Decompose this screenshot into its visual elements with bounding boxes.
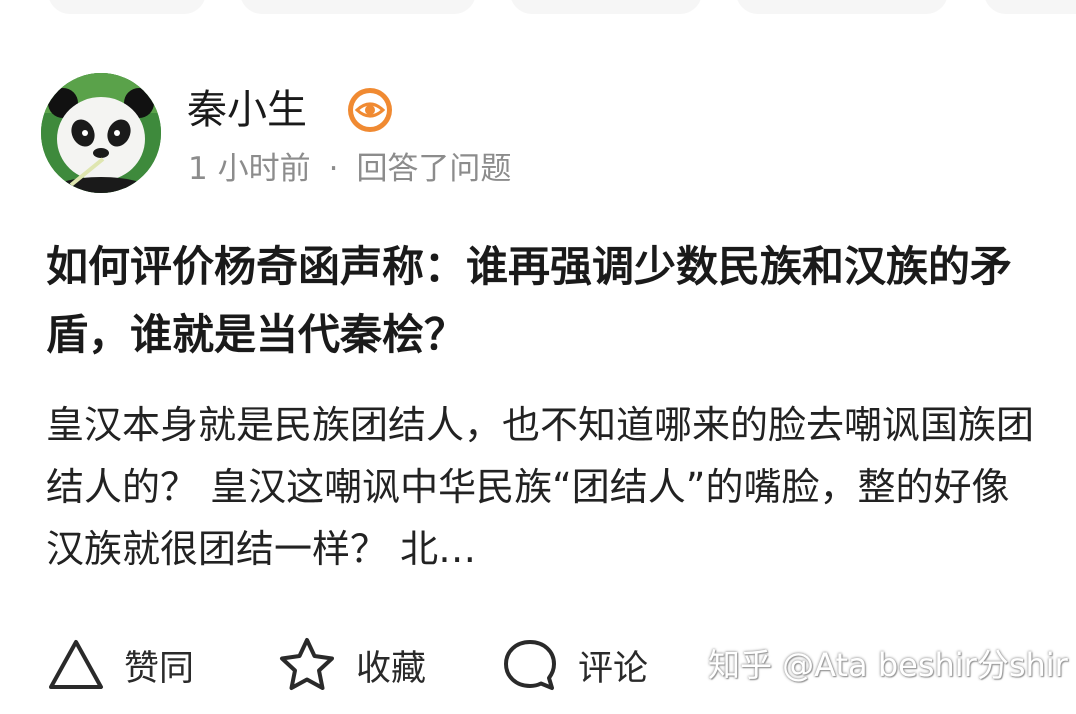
star-icon [280, 638, 334, 690]
triangle-up-icon [49, 640, 103, 689]
comment-bubble-icon [504, 640, 556, 690]
avatar[interactable] [41, 73, 161, 193]
answer-excerpt[interactable]: 皇汉本身就是民族团结人，也不知道哪来的脸去嘲讽国族团结人的？ 皇汉这嘲讽中华民族… [46, 394, 1036, 580]
meta-separator: · [328, 151, 339, 187]
post-time: 1 小时前 [188, 151, 311, 187]
top-tab-pill-4[interactable] [736, 0, 948, 14]
author-name[interactable]: 秦小生 [187, 86, 307, 134]
favorite-button[interactable]: 收藏 [276, 635, 426, 695]
top-tab-pill-2[interactable] [240, 0, 476, 14]
top-tab-pill-3[interactable] [510, 0, 702, 14]
panda-avatar-image [41, 73, 161, 193]
watermark: 知乎 @Ata beshir分shir [708, 646, 1068, 684]
eye-badge-icon[interactable] [347, 87, 393, 133]
post-action-label: 回答了问题 [356, 151, 512, 187]
favorite-label: 收藏 [356, 648, 427, 689]
top-tab-pill-5[interactable] [984, 0, 1076, 14]
like-button[interactable]: 赞同 [46, 635, 194, 695]
top-tab-pill-1[interactable] [48, 0, 206, 14]
like-label: 赞同 [124, 648, 195, 689]
comment-button[interactable]: 评论 [500, 635, 648, 695]
question-title[interactable]: 如何评价杨奇函声称：谁再强调少数民族和汉族的矛盾，谁就是当代秦桧？ [46, 233, 1031, 369]
post-meta: 1 小时前 · 回答了问题 [188, 149, 511, 189]
comment-label: 评论 [578, 648, 649, 689]
